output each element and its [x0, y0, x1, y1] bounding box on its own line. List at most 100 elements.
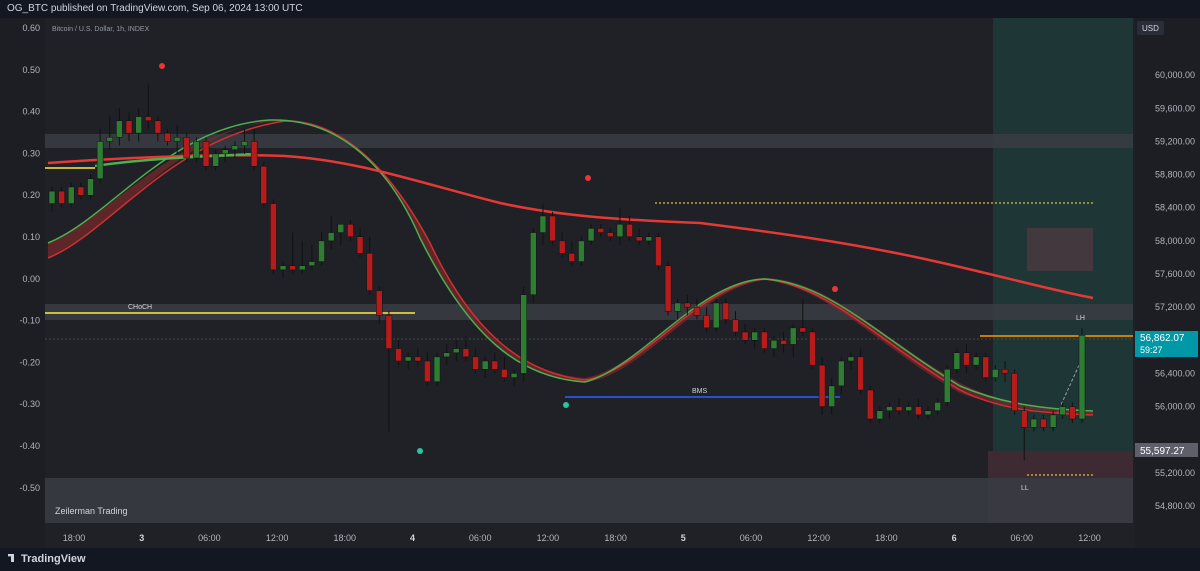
candle-body [231, 145, 239, 150]
candle-body [857, 356, 864, 391]
left-axis-tick: 0.10 [22, 232, 40, 242]
candle-body [135, 116, 142, 134]
right-axis-tick: 58,000.00 [1155, 236, 1195, 246]
candle-body [597, 228, 604, 233]
candle-body [876, 410, 884, 420]
candle-body [924, 410, 932, 416]
bms-label: BMS [692, 388, 708, 395]
candle-body [732, 319, 739, 333]
lh-label: LH [1076, 315, 1085, 322]
candle-body [510, 373, 518, 378]
candle-body [116, 120, 123, 138]
candle-body [453, 348, 460, 353]
candle-body [1078, 335, 1086, 420]
swing-high-marker-3 [832, 286, 838, 292]
candle-body [558, 240, 566, 254]
right-axis-tick: 57,600.00 [1155, 269, 1195, 279]
candle-body [982, 356, 989, 378]
candle-body [481, 360, 489, 370]
watermark-text: Zeilerman Trading [55, 506, 128, 516]
candle-body [366, 253, 373, 291]
swing-low-marker-1 [417, 448, 423, 454]
candle-body [164, 132, 171, 142]
candle-body [68, 186, 75, 204]
candle-body [433, 356, 441, 382]
left-axis-tick: 0.50 [22, 65, 40, 75]
brand-text: TradingView [21, 553, 86, 565]
candle-body [270, 203, 277, 271]
candle-body [347, 224, 354, 237]
candle-body [48, 190, 56, 204]
x-axis-tick: 18:00 [334, 533, 357, 543]
candle-body [404, 356, 412, 362]
candle-body [222, 149, 229, 155]
x-axis-tick: 06:00 [469, 533, 492, 543]
candle-body [1001, 369, 1009, 374]
countdown-text: 59:27 [1140, 345, 1163, 355]
candle-body [279, 265, 287, 271]
candle-body [693, 306, 701, 316]
mid-band [45, 304, 1133, 320]
candle-body [173, 137, 181, 142]
left-axis-tick: 0.20 [22, 190, 40, 200]
x-axis-tick: 12:00 [807, 533, 830, 543]
candle-body [87, 178, 94, 196]
candle-body [645, 236, 653, 242]
right-axis-tick: 59,600.00 [1155, 103, 1195, 113]
right-axis-tick: 57,200.00 [1155, 302, 1195, 312]
candle-body [818, 364, 826, 407]
candle-body [635, 236, 643, 242]
candle-body [578, 240, 585, 262]
swing-high-marker-2 [585, 175, 591, 181]
candle-body [58, 190, 65, 204]
candle-body [212, 153, 219, 167]
candle-body [674, 302, 681, 312]
candle-body [376, 290, 383, 316]
candle-body [106, 137, 114, 142]
x-axis-tick: 4 [410, 533, 415, 543]
candle-body [664, 265, 672, 312]
candle-body [241, 141, 248, 146]
candle-body [1059, 406, 1066, 416]
candle-body [385, 315, 393, 349]
supply-zone [1027, 228, 1093, 271]
candle-body [626, 224, 633, 237]
candle-body [539, 215, 547, 233]
candle-body [809, 331, 816, 366]
right-axis-tick: 58,800.00 [1155, 170, 1195, 180]
candle-body [289, 265, 296, 271]
candle-body [943, 369, 951, 403]
candle-body [587, 228, 595, 242]
candle-body [789, 327, 797, 345]
candle-body [202, 141, 210, 167]
left-axis-tick: 0.60 [22, 23, 40, 33]
candle-body [953, 352, 961, 370]
left-axis-tick: -0.30 [19, 399, 40, 409]
candle-body [424, 360, 431, 382]
left-axis-tick: -0.50 [19, 483, 40, 493]
tradingview-logo[interactable]: TradingView [8, 553, 86, 565]
left-axis-tick: 0.00 [22, 274, 40, 284]
candle-body [1011, 373, 1018, 411]
x-axis-tick: 12:00 [1078, 533, 1101, 543]
candle-body [260, 166, 268, 204]
candle-body [703, 315, 710, 329]
x-axis-tick: 06:00 [740, 533, 763, 543]
candle-body [780, 340, 787, 345]
support-band [45, 478, 1133, 523]
candle-body [722, 302, 730, 320]
x-axis-tick: 5 [681, 533, 686, 543]
x-axis-tick: 18:00 [875, 533, 898, 543]
candle-body [308, 261, 316, 266]
candle-body [183, 137, 191, 159]
candle-body [972, 356, 980, 366]
candle-body [462, 348, 470, 358]
candle-body [934, 402, 941, 411]
candle-body [905, 406, 912, 411]
candle-body [1040, 418, 1047, 428]
x-axis-tick: 3 [139, 533, 144, 543]
candle-body [395, 348, 402, 362]
candle-body [549, 215, 556, 242]
candlestick-chart[interactable]: Bitcoin / U.S. Dollar, 1h, INDEX Zeilerm… [0, 18, 1200, 548]
candle-body [299, 265, 306, 271]
